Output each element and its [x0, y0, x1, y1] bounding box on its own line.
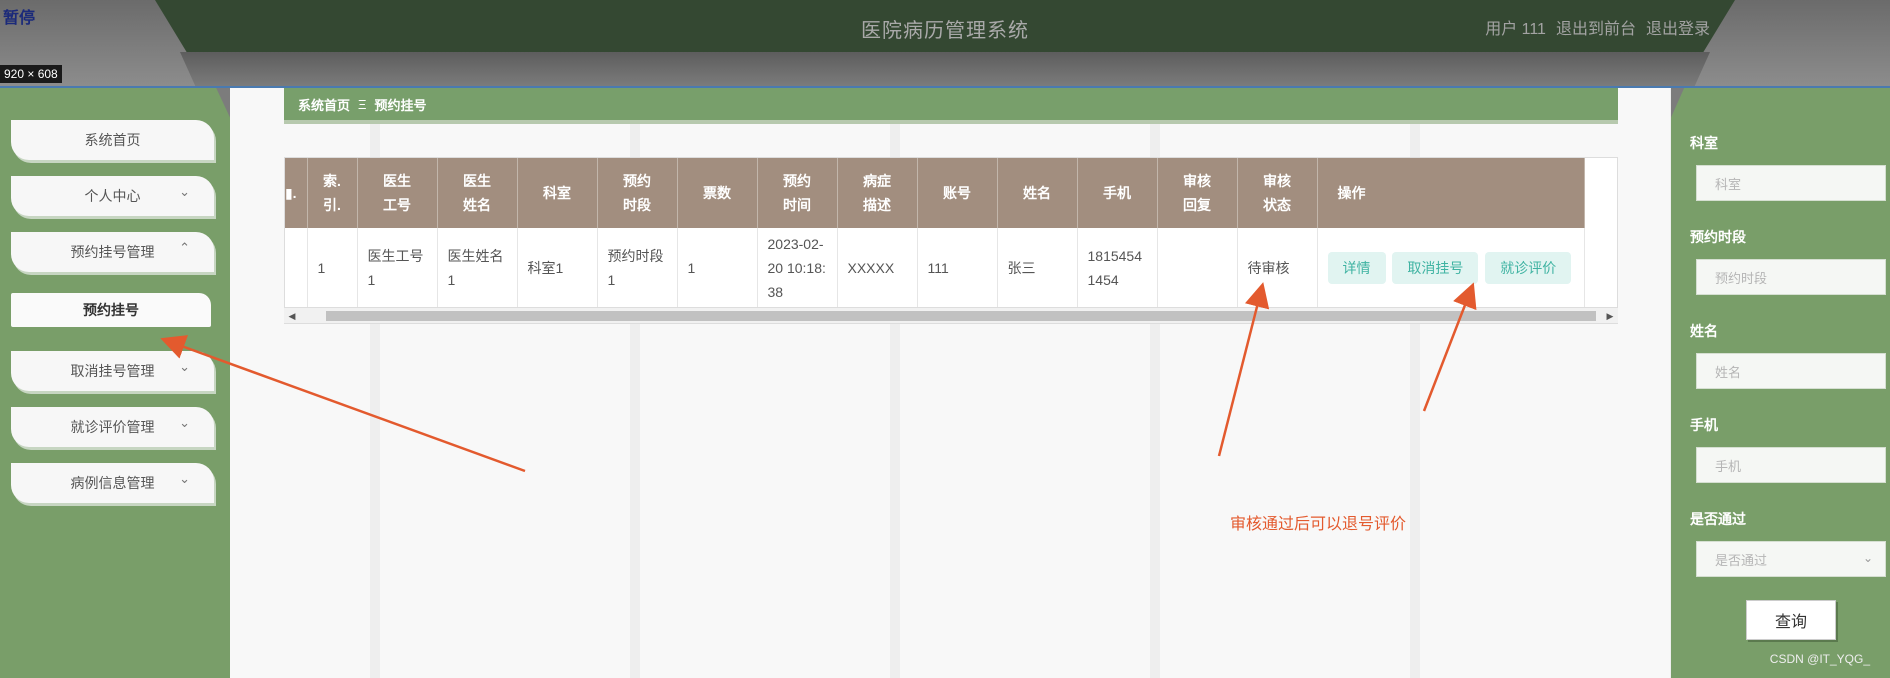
column-header-symptom: 病症 描述 [837, 158, 918, 228]
logout-link[interactable]: 退出登录 [1646, 15, 1710, 39]
approved-select-placeholder: 是否通过 [1715, 552, 1768, 568]
cell-account: 111 [917, 228, 998, 308]
cell-doctor-name: 医生姓名1 [437, 228, 518, 308]
sidebar-item-personal-center[interactable]: 个人中心 ⌄ [11, 176, 214, 216]
sidebar-item-cancel-management[interactable]: 取消挂号管理 ⌄ [11, 351, 214, 391]
back-to-front-link[interactable]: 退出到前台 [1556, 15, 1636, 39]
chevron-down-icon: ⌄ [179, 471, 190, 486]
header-band-lower [180, 52, 1710, 86]
cell-tickets: 1 [677, 228, 758, 308]
department-input[interactable]: 科室 [1696, 165, 1886, 201]
phone-label: 手机 [1690, 417, 1718, 433]
column-header-name: 姓名 [997, 158, 1078, 228]
dimension-tag: 920 × 608 [0, 65, 62, 83]
breadcrumb-home[interactable]: 系统首页 [298, 95, 350, 114]
column-header-review-status: 审核 状态 [1237, 158, 1318, 228]
sidebar-item-label: 系统首页 [84, 132, 141, 148]
column-header-time-slot: 预约 时段 [597, 158, 678, 228]
detail-button[interactable]: 详情 [1327, 252, 1386, 284]
column-header-doctor-name: 医生 姓名 [437, 158, 518, 228]
table-header-row: ▮. 索. 引. 医生 工号 医生 姓名 科室 预约 时段 票数 预约 时间 病症 描述 账… [285, 158, 1586, 228]
cell-symptom: XXXXX [837, 228, 918, 308]
appointment-table: ▮. 索. 引. 医生 工号 医生 姓名 科室 预约 时段 票数 预约 时间 病症 描述 账… [284, 157, 1618, 324]
breadcrumb-separator-icon: Ξ [358, 96, 367, 112]
evaluate-button[interactable]: 就诊评价 [1485, 252, 1572, 284]
row-select-cell[interactable] [285, 228, 308, 308]
cell-index: 1 [307, 228, 358, 308]
cell-phone: 18154541454 [1077, 228, 1158, 308]
column-header-doctor-id: 医生 工号 [357, 158, 438, 228]
pause-label: 暂停 [3, 10, 36, 27]
select-column-header[interactable]: ▮. [285, 158, 308, 228]
phone-input[interactable]: 手机 [1696, 447, 1886, 483]
scroll-right-icon[interactable]: ▶ [1602, 308, 1618, 324]
column-header-account: 账号 [917, 158, 998, 228]
chevron-down-icon: ⌄ [1862, 551, 1873, 565]
column-header-tickets: 票数 [677, 158, 758, 228]
sidebar-item-label: 个人中心 [84, 188, 141, 204]
submenu-item-appointment[interactable]: 预约挂号 [11, 293, 211, 327]
cell-actions: 详情 取消挂号 就诊评价 [1317, 228, 1586, 308]
cell-review-status: 待审核 [1237, 228, 1318, 308]
chevron-up-icon: ⌃ [179, 240, 190, 255]
sidebar-item-label: 就诊评价管理 [70, 419, 155, 435]
sidebar-item-case-management[interactable]: 病例信息管理 ⌄ [11, 463, 214, 503]
scrollbar-thumb[interactable] [326, 311, 1596, 321]
column-header-phone: 手机 [1077, 158, 1158, 228]
sidebar-item-label: 病例信息管理 [70, 475, 155, 491]
sidebar-item-label: 取消挂号管理 [70, 363, 155, 379]
scroll-left-icon[interactable]: ◀ [284, 308, 300, 324]
chevron-down-icon: ⌄ [179, 184, 190, 199]
horizontal-scrollbar[interactable]: ◀ ▶ [284, 307, 1618, 323]
column-header-appointment-time: 预约 时间 [757, 158, 838, 228]
breadcrumb: 系统首页 Ξ 预约挂号 [284, 88, 1618, 124]
chevron-down-icon: ⌄ [179, 415, 190, 430]
column-header-index: 索. 引. [307, 158, 358, 228]
column-header-review-reply: 审核 回复 [1157, 158, 1238, 228]
annotation-note: 审核通过后可以退号评价 [1230, 516, 1407, 533]
time-slot-input[interactable]: 预约时段 [1696, 259, 1886, 295]
top-header: 医院病历管理系统 用户 111 退出到前台 退出登录 [0, 0, 1890, 88]
department-label: 科室 [1690, 135, 1718, 151]
cell-department: 科室1 [517, 228, 598, 308]
name-label: 姓名 [1690, 323, 1718, 339]
submenu-item-label: 预约挂号 [83, 302, 139, 318]
chevron-down-icon: ⌄ [179, 359, 190, 374]
cell-time-slot: 预约时段1 [597, 228, 678, 308]
top-links: 用户 111 退出到前台 退出登录 [1485, 15, 1710, 39]
column-header-department: 科室 [517, 158, 598, 228]
table-row: 1 医生工号1 医生姓名1 科室1 预约时段1 1 2023-02-20 10:… [285, 228, 1586, 308]
watermark: CSDN @IT_YQG_ [1769, 652, 1870, 666]
column-header-actions: 操作 [1317, 158, 1586, 228]
sidebar-item-evaluation-management[interactable]: 就诊评价管理 ⌄ [11, 407, 214, 447]
cell-review-reply [1157, 228, 1238, 308]
breadcrumb-current: 预约挂号 [374, 97, 427, 113]
sidebar-item-appointment-management[interactable]: 预约挂号管理 ⌃ [11, 232, 214, 272]
sidebar-item-home[interactable]: 系统首页 [11, 120, 214, 160]
cell-name: 张三 [997, 228, 1078, 308]
user-label: 用户 111 [1485, 21, 1546, 38]
approved-label: 是否通过 [1690, 511, 1746, 527]
time-slot-label: 预约时段 [1690, 229, 1746, 245]
sidebar-item-label: 预约挂号管理 [70, 244, 155, 260]
cell-doctor-id: 医生工号1 [357, 228, 438, 308]
query-button[interactable]: 查询 [1746, 600, 1836, 640]
cancel-appointment-button[interactable]: 取消挂号 [1392, 252, 1479, 284]
name-input[interactable]: 姓名 [1696, 353, 1886, 389]
approved-select[interactable]: 是否通过 ⌄ [1696, 541, 1886, 577]
cell-appointment-time: 2023-02-20 10:18:38 [757, 228, 838, 308]
